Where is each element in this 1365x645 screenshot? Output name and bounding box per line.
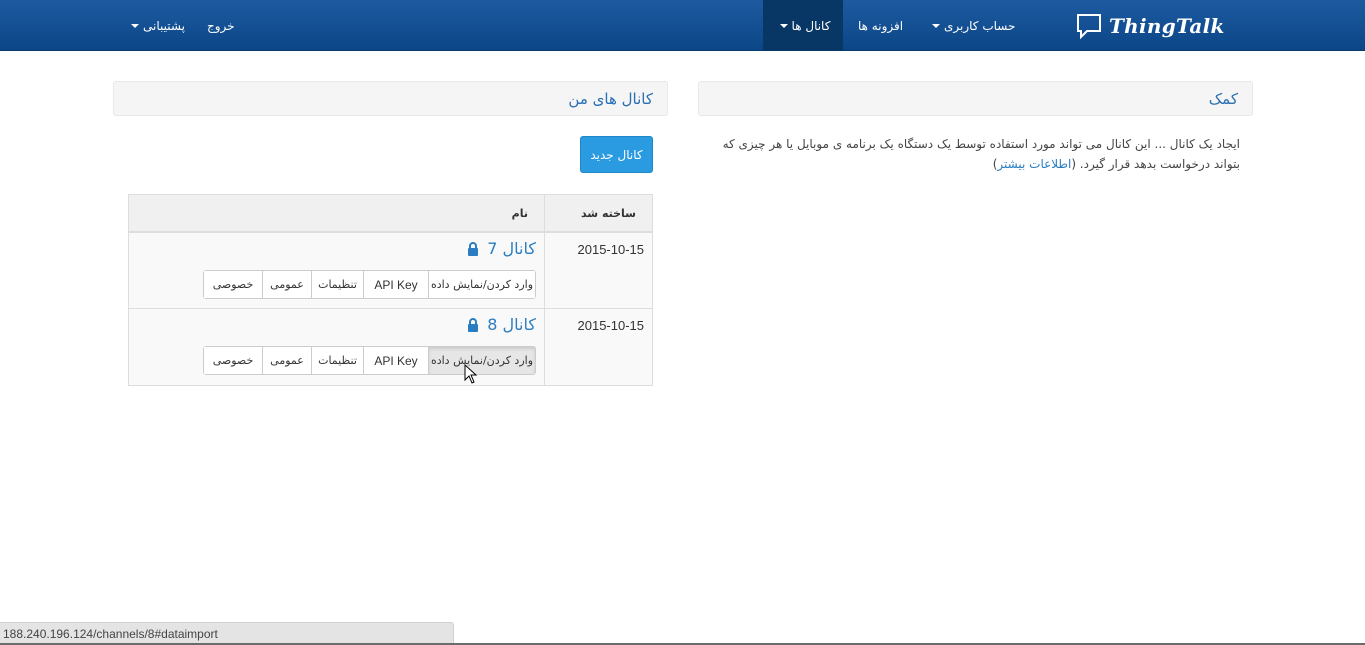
caret-down-icon — [131, 23, 139, 28]
caret-down-icon — [779, 23, 788, 28]
channel-name: کانال 7 — [467, 239, 536, 258]
settings-button[interactable]: تنظیمات — [311, 347, 363, 374]
help-description: ایجاد یک کانال ... این کانال می تواند مو… — [722, 137, 1240, 171]
nav-logout-label: خروج — [207, 18, 235, 33]
nav-logout[interactable]: خروج — [207, 0, 235, 51]
private-view-button[interactable]: خصوصی — [204, 347, 262, 374]
nav-support-dropdown[interactable]: پشتیبانی — [127, 0, 185, 51]
brand-logo[interactable]: ThingTalk — [1075, 11, 1225, 41]
lock-icon — [468, 241, 479, 256]
data-import-button[interactable]: وارد کردن/نمایش داده — [428, 347, 535, 374]
channels-panel-title: کانال های من — [568, 89, 653, 108]
channel-name: کانال 8 — [467, 315, 536, 334]
header-name: نام — [511, 207, 528, 220]
help-text: ایجاد یک کانال ... این کانال می تواند مو… — [722, 137, 1240, 171]
more-info-link[interactable]: اطلاعات بیشتر — [997, 157, 1071, 171]
brand-name: ThingTalk — [1109, 14, 1225, 38]
nav-support-label: پشتیبانی — [143, 18, 185, 33]
lock-icon — [468, 317, 479, 332]
channels-table: نام ساخته شد 2015-10-15 کانال 7 خصوصی عم… — [128, 194, 653, 386]
speech-bubble-icon — [1077, 14, 1101, 40]
top-navbar: ThingTalk حساب کاربری افزونه ها کانال ها… — [0, 0, 1365, 51]
caret-down-icon — [932, 23, 940, 28]
nav-plugins-label: افزونه ها — [858, 18, 904, 33]
public-view-button[interactable]: عمومی — [262, 271, 311, 298]
data-import-button[interactable]: وارد کردن/نمایش داده — [428, 271, 535, 298]
status-url: 188.240.196.124/channels/8#dataimport — [3, 627, 218, 641]
mouse-cursor-icon — [464, 364, 478, 384]
private-view-button[interactable]: خصوصی — [204, 271, 262, 298]
nav-channels-label: کانال ها — [791, 18, 831, 33]
channel-actions: خصوصی عمومی تنظیمات API Key وارد کردن/نم… — [203, 270, 536, 299]
api-key-button[interactable]: API Key — [363, 271, 428, 298]
created-date: 2015-10-15 — [577, 318, 645, 333]
settings-button[interactable]: تنظیمات — [311, 271, 363, 298]
channels-panel-heading: کانال های من — [113, 81, 668, 116]
browser-status-bar: 188.240.196.124/channels/8#dataimport — [0, 622, 454, 644]
nav-channels-dropdown[interactable]: کانال ها — [763, 0, 843, 51]
created-date: 2015-10-15 — [577, 242, 645, 257]
api-key-button[interactable]: API Key — [363, 347, 428, 374]
new-channel-button[interactable]: کانال جدید — [580, 136, 653, 173]
header-created: ساخته شد — [580, 207, 636, 220]
channel-link[interactable]: کانال 7 — [487, 239, 536, 258]
table-row: 2015-10-15 کانال 7 خصوصی عمومی تنظیمات A… — [129, 233, 652, 309]
nav-account-dropdown[interactable]: حساب کاربری — [928, 0, 1015, 51]
public-view-button[interactable]: عمومی — [262, 347, 311, 374]
help-panel-title: کمک — [1208, 89, 1238, 108]
channel-actions: خصوصی عمومی تنظیمات API Key وارد کردن/نم… — [203, 346, 536, 375]
table-header-row: نام ساخته شد — [129, 195, 652, 233]
channel-link[interactable]: کانال 8 — [487, 315, 536, 334]
nav-plugins[interactable]: افزونه ها — [858, 0, 903, 51]
help-panel-heading: کمک — [698, 81, 1253, 116]
nav-account-label: حساب کاربری — [944, 18, 1016, 33]
table-row: 2015-10-15 کانال 8 خصوصی عمومی تنظیمات A… — [129, 309, 652, 385]
